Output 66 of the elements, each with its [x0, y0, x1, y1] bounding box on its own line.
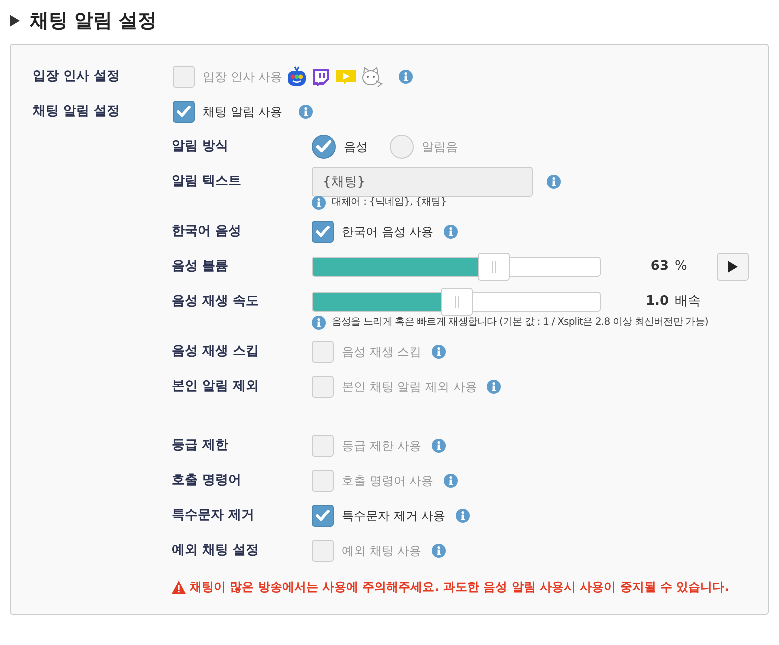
radio-label: 음성 — [344, 138, 368, 156]
setting-label: 음성 볼륨 — [172, 258, 230, 276]
checkbox-label: 채팅 알림 사용 — [203, 104, 283, 120]
warning-text: 채팅이 많은 방송에서는 사용에 주의해주세요. 과도한 음성 알림 사용시 사용이 중지될 수 있습니다. — [190, 579, 730, 596]
slider-thumb[interactable] — [440, 288, 472, 316]
radio-button[interactable] — [312, 134, 336, 158]
checkbox-label: 특수문자 제거 사용 — [342, 508, 446, 524]
radio-label: 알림음 — [422, 138, 458, 156]
slider-thumb[interactable] — [478, 252, 510, 280]
setting-label: 한국어 음성 — [172, 222, 243, 241]
info-icon — [312, 316, 326, 330]
setting-label: 채팅 알림 설정 — [33, 102, 122, 121]
unit-label: % — [675, 258, 688, 276]
hint-text: 음성을 느리게 혹은 빠르게 재생합니다 (기본 값 : 1 / Xsplit은 2.8 이상 최신버전만 가능) — [332, 316, 708, 330]
info-icon — [432, 438, 446, 452]
checkbox[interactable] — [173, 100, 195, 122]
info-icon — [312, 196, 326, 210]
unit-label: 배속 — [675, 292, 702, 311]
chat-bubble-icon — [310, 66, 331, 86]
radio-button[interactable] — [390, 134, 414, 158]
checkbox-label: 등급 제한 사용 — [342, 438, 422, 454]
setting-label: 예외 채팅 설정 — [172, 542, 260, 560]
setting-label: 특수문자 제거 — [172, 506, 256, 525]
checkbox[interactable] — [312, 540, 334, 562]
setting-label: 입장 인사 설정 — [33, 68, 122, 86]
cat-icon — [360, 66, 383, 88]
checkbox-label: 입장 인사 사용 — [203, 68, 283, 86]
info-icon — [398, 70, 413, 84]
info-icon — [444, 474, 458, 488]
setting-label: 호출 명령어 — [172, 472, 243, 490]
setting-label: 알림 텍스트 — [172, 172, 243, 191]
hint-text: 대체어 : {닉네임}, {채팅} — [332, 196, 447, 210]
info-icon — [456, 508, 470, 522]
info-icon — [432, 544, 446, 558]
checkbox[interactable] — [312, 220, 334, 242]
checkbox-label: 음성 재생 스킵 — [342, 344, 422, 360]
warning-icon — [172, 580, 186, 594]
setting-label: 음성 재생 속도 — [172, 292, 260, 311]
checkbox-label: 본인 채팅 알림 제외 사용 — [342, 378, 478, 396]
setting-label: 본인 알림 제외 — [172, 378, 260, 396]
checkbox[interactable] — [312, 434, 334, 456]
checkbox[interactable] — [312, 376, 334, 398]
info-icon — [487, 380, 502, 394]
slider-value: 1.0 — [646, 292, 669, 311]
setting-label: 등급 제한 — [172, 436, 230, 455]
play-button[interactable] — [717, 252, 749, 280]
play-icon — [334, 68, 357, 86]
section-title: 채팅 알림 설정 — [30, 10, 158, 32]
checkbox-label: 한국어 음성 사용 — [342, 224, 434, 240]
checkbox[interactable] — [312, 504, 334, 526]
robot-icon — [286, 66, 307, 88]
play-icon — [727, 260, 739, 274]
info-icon — [298, 104, 313, 118]
triangle-icon — [10, 15, 20, 27]
setting-label: 음성 재생 스킵 — [172, 342, 260, 361]
text-field[interactable]: {채팅} — [312, 166, 533, 196]
checkbox[interactable] — [173, 66, 195, 88]
info-icon — [444, 224, 458, 238]
setting-label: 알림 방식 — [172, 138, 230, 156]
slider-value: 63 — [650, 258, 669, 276]
checkbox-label: 예외 채팅 사용 — [342, 542, 422, 560]
info-icon — [547, 174, 561, 188]
checkbox-label: 호출 명령어 사용 — [342, 472, 434, 490]
info-icon — [432, 344, 446, 358]
checkbox[interactable] — [312, 340, 334, 362]
checkbox[interactable] — [312, 470, 334, 492]
